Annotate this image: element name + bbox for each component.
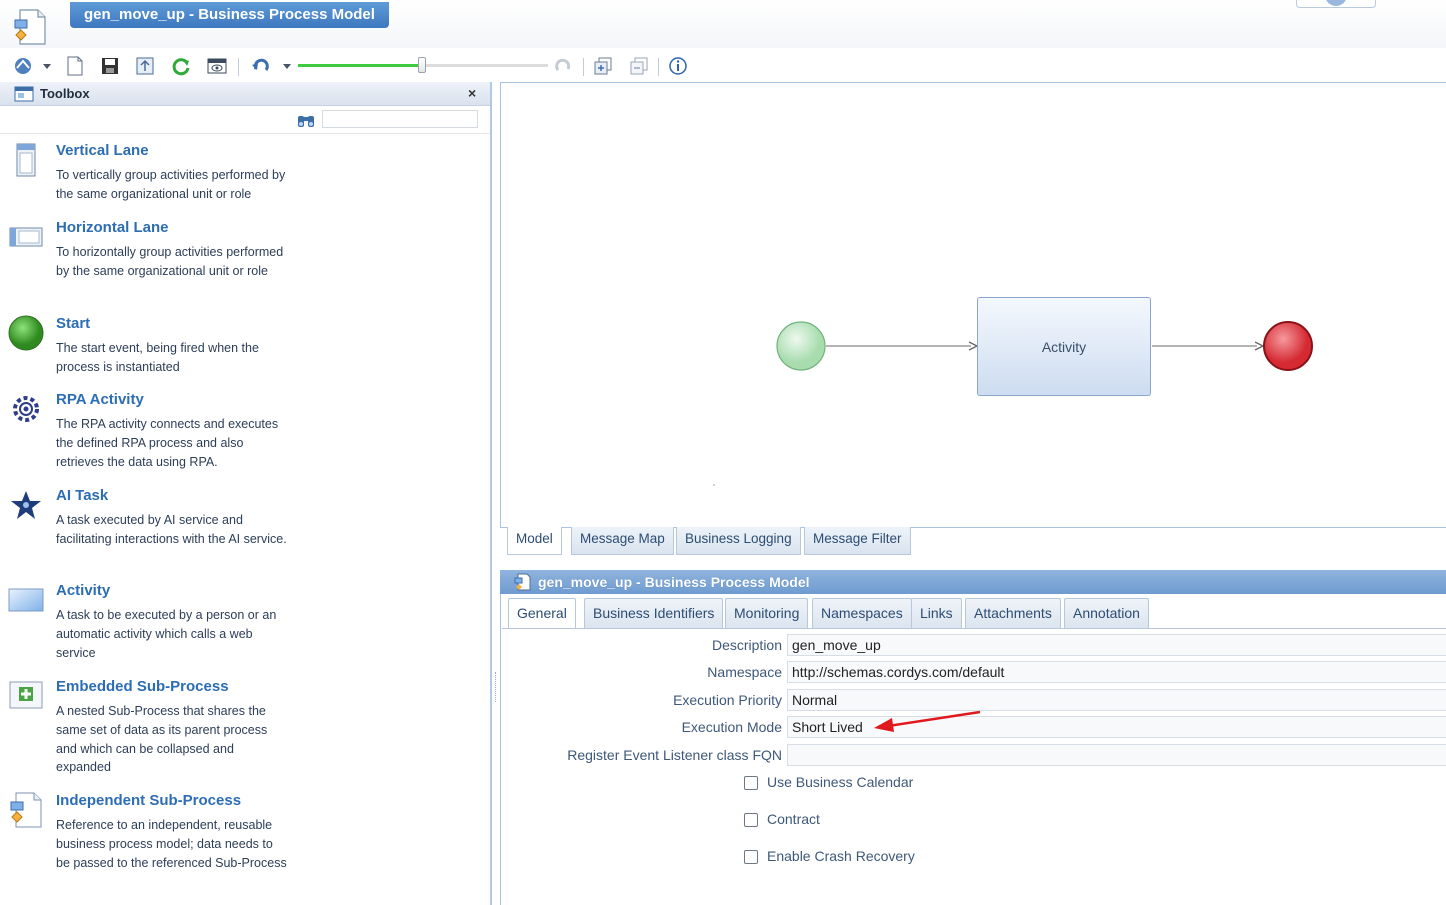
description-field[interactable]: gen_move_up — [787, 634, 1446, 656]
tab-message-map[interactable]: Message Map — [571, 527, 674, 555]
toolbox-item-description: Reference to an independent, reusable bu… — [56, 818, 287, 870]
undo-dropdown-icon[interactable] — [282, 59, 292, 73]
toolbox-header: Toolbox × — [0, 82, 490, 106]
activity-icon — [8, 582, 44, 618]
activity-node[interactable]: Activity — [977, 297, 1151, 396]
start-event-icon — [8, 315, 44, 351]
document-title-tab[interactable]: gen_move_up - Business Process Model — [70, 2, 389, 28]
enable-crash-recovery-label[interactable]: Enable Crash Recovery — [767, 848, 915, 864]
canvas-dot — [713, 484, 715, 486]
undo-icon[interactable] — [250, 55, 272, 77]
flow-arrow-start-to-activity[interactable] — [826, 341, 979, 351]
tab-annotation[interactable]: Annotation — [1064, 598, 1149, 628]
toolbox-item-description: To horizontally group activities perform… — [56, 245, 284, 278]
tab-model[interactable]: Model — [507, 527, 562, 555]
process-icon[interactable] — [12, 55, 34, 77]
toolbox-item-title: Activity — [56, 582, 111, 599]
toolbox-item-title: AI Task — [56, 487, 109, 504]
start-event[interactable] — [776, 321, 826, 371]
toolbar-separator — [238, 58, 239, 76]
execution-priority-label: Execution Priority — [673, 692, 782, 708]
process-model-icon — [12, 8, 48, 46]
chevron-down-icon[interactable] — [42, 59, 52, 73]
title-bar: gen_move_up - Business Process Model — [0, 0, 1446, 48]
tab-namespaces[interactable]: Namespaces — [812, 598, 912, 628]
use-business-calendar-checkbox[interactable] — [744, 776, 758, 790]
save-icon[interactable] — [99, 55, 121, 77]
event-listener-label: Register Event Listener class FQN — [567, 747, 782, 763]
vertical-lane-icon — [8, 142, 44, 178]
description-label: Description — [711, 637, 782, 653]
model-canvas[interactable]: Activity — [500, 82, 1446, 528]
toolbox-item-description: A nested Sub-Process that shares the sam… — [56, 704, 268, 775]
publish-icon[interactable] — [134, 55, 156, 77]
toolbox-item-description: To vertically group activities performed… — [56, 168, 286, 201]
namespace-field[interactable]: http://schemas.cordys.com/default — [787, 661, 1446, 683]
new-icon[interactable] — [64, 55, 86, 77]
info-icon[interactable] — [667, 55, 689, 77]
tab-strip-divider — [502, 628, 1446, 629]
panel-splitter[interactable] — [494, 672, 497, 702]
zoom-slider-fill — [298, 64, 423, 67]
toolbox-search-input[interactable] — [322, 110, 478, 128]
contract-label[interactable]: Contract — [767, 811, 820, 827]
toolbox-item-title: Vertical Lane — [56, 142, 149, 159]
toolbox-icon — [14, 85, 34, 103]
rpa-gear-icon — [8, 391, 44, 427]
independent-sub-process-icon — [8, 792, 44, 828]
ai-star-icon — [8, 487, 44, 523]
toolbox-item-title: RPA Activity — [56, 391, 144, 408]
collapse-header-tab[interactable] — [1296, 0, 1376, 8]
close-icon[interactable]: × — [468, 85, 476, 101]
refresh-icon[interactable] — [170, 55, 192, 77]
execution-mode-label: Execution Mode — [681, 719, 782, 735]
group-icon[interactable] — [592, 55, 614, 77]
zoom-slider-handle[interactable] — [418, 57, 426, 73]
end-event[interactable] — [1263, 321, 1313, 371]
toolbar-separator — [658, 58, 659, 76]
toolbox-title: Toolbox — [40, 86, 90, 101]
toolbox-item-title: Start — [56, 315, 91, 332]
toolbox-item-title: Embedded Sub-Process — [56, 678, 229, 695]
tab-links[interactable]: Links — [911, 598, 962, 628]
toolbox-item-description: The RPA activity connects and executes t… — [56, 417, 279, 469]
namespace-label: Namespace — [707, 664, 782, 680]
properties-title: gen_move_up - Business Process Model — [538, 574, 810, 590]
toolbox-panel: Toolbox × Vertical Lane To vertically gr… — [0, 82, 492, 905]
tab-business-logging[interactable]: Business Logging — [676, 527, 801, 555]
properties-header: gen_move_up - Business Process Model — [500, 570, 1446, 594]
toolbox-divider — [0, 133, 490, 134]
use-business-calendar-label[interactable]: Use Business Calendar — [767, 774, 913, 790]
event-listener-field[interactable] — [787, 744, 1446, 766]
preview-icon[interactable] — [206, 55, 228, 77]
process-model-icon — [514, 573, 532, 591]
embedded-sub-process-icon — [8, 678, 44, 714]
toolbar-separator — [583, 58, 584, 76]
toolbox-item-title: Horizontal Lane — [56, 219, 169, 236]
flow-arrow-activity-to-end[interactable] — [1152, 341, 1265, 351]
redo-icon[interactable] — [552, 55, 574, 77]
tab-business-identifiers[interactable]: Business Identifiers — [584, 598, 724, 628]
tab-message-filter[interactable]: Message Filter — [804, 527, 911, 555]
toolbox-item-description: The start event, being fired when the pr… — [56, 341, 259, 374]
enable-crash-recovery-checkbox[interactable] — [744, 850, 758, 864]
horizontal-lane-icon — [8, 219, 44, 255]
annotation-arrow — [870, 708, 986, 737]
tab-attachments[interactable]: Attachments — [965, 598, 1061, 628]
toolbox-item-description: A task to be executed by a person or an … — [56, 608, 277, 660]
binoculars-icon[interactable] — [296, 110, 316, 130]
toolbox-item-description: A task executed by AI service and facili… — [56, 513, 287, 546]
toolbox-item-title: Independent Sub-Process — [56, 792, 242, 809]
tab-general[interactable]: General — [508, 598, 576, 629]
toolbar — [0, 50, 1446, 82]
contract-checkbox[interactable] — [744, 813, 758, 827]
ungroup-icon[interactable] — [628, 55, 650, 77]
tab-monitoring[interactable]: Monitoring — [725, 598, 809, 628]
